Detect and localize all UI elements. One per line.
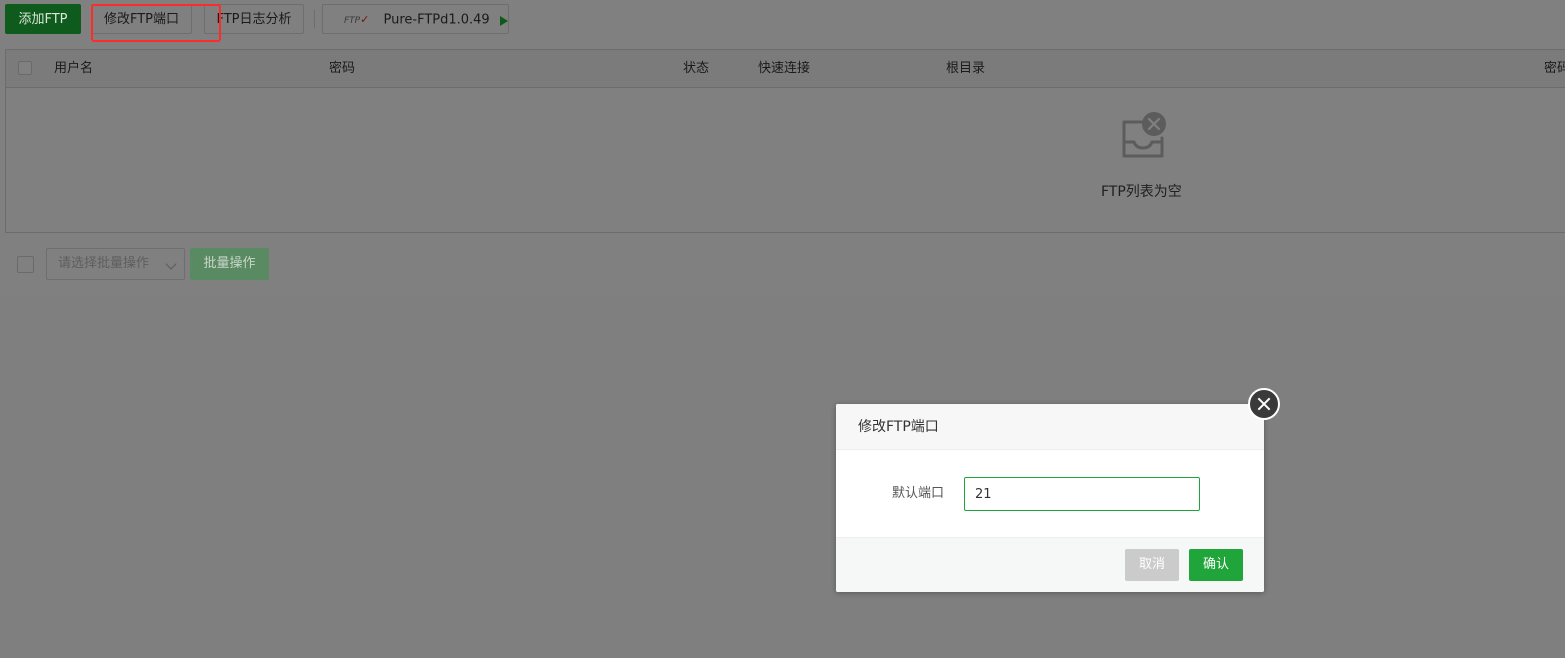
column-header-status[interactable]: 状态 xyxy=(683,50,709,87)
column-header-username[interactable]: 用户名 xyxy=(54,50,93,87)
ftp-table: 用户名 密码 状态 快速连接 根目录 密码 xyxy=(5,49,1565,233)
close-icon[interactable] xyxy=(1248,388,1280,420)
play-icon[interactable] xyxy=(499,15,508,26)
column-header-password-2[interactable]: 密码 xyxy=(1544,50,1565,87)
ftp-panel: 添加FTP 修改FTP端口 FTP日志分析 FTP✓ Pure-FTPd1.0.… xyxy=(0,0,1565,297)
batch-operation-button[interactable]: 批量操作 xyxy=(190,248,269,280)
empty-inbox-icon xyxy=(1122,112,1166,158)
toolbar: 添加FTP 修改FTP端口 FTP日志分析 FTP✓ Pure-FTPd1.0.… xyxy=(5,4,1565,36)
highlight-annotation xyxy=(91,4,221,42)
add-ftp-button[interactable]: 添加FTP xyxy=(5,4,81,34)
dialog-header: 修改FTP端口 xyxy=(836,404,1264,450)
ftp-logo-text: FTP xyxy=(344,16,361,26)
batch-select-placeholder: 请选择批量操作 xyxy=(58,256,150,271)
confirm-button[interactable]: 确认 xyxy=(1189,549,1243,581)
ftp-logo-icon: FTP✓ xyxy=(344,13,370,26)
select-all-checkbox[interactable] xyxy=(18,61,32,75)
empty-list-text: FTP列表为空 xyxy=(1101,184,1182,200)
ftp-version-label: Pure-FTPd1.0.49 xyxy=(383,12,490,28)
batch-operation-select[interactable]: 请选择批量操作 xyxy=(46,248,185,280)
ftp-version-button[interactable]: FTP✓ Pure-FTPd1.0.49 xyxy=(322,4,509,34)
page: 添加FTP 修改FTP端口 FTP日志分析 FTP✓ Pure-FTPd1.0.… xyxy=(0,0,1565,658)
column-header-quick-connect[interactable]: 快速连接 xyxy=(758,50,810,87)
batch-select-checkbox[interactable] xyxy=(17,256,34,273)
chevron-down-icon xyxy=(165,258,177,270)
cancel-button[interactable]: 取消 xyxy=(1125,549,1179,581)
modify-port-dialog: 修改FTP端口 默认端口 取消 确认 xyxy=(836,404,1264,592)
dialog-title: 修改FTP端口 xyxy=(858,419,939,435)
toolbar-divider xyxy=(314,10,315,28)
dialog-footer: 取消 确认 xyxy=(836,537,1264,592)
default-port-input[interactable] xyxy=(964,477,1200,511)
column-header-password[interactable]: 密码 xyxy=(329,50,355,87)
column-header-root-dir[interactable]: 根目录 xyxy=(946,50,985,87)
table-header: 用户名 密码 状态 快速连接 根目录 密码 xyxy=(6,50,1565,88)
default-port-label: 默认端口 xyxy=(892,486,945,501)
